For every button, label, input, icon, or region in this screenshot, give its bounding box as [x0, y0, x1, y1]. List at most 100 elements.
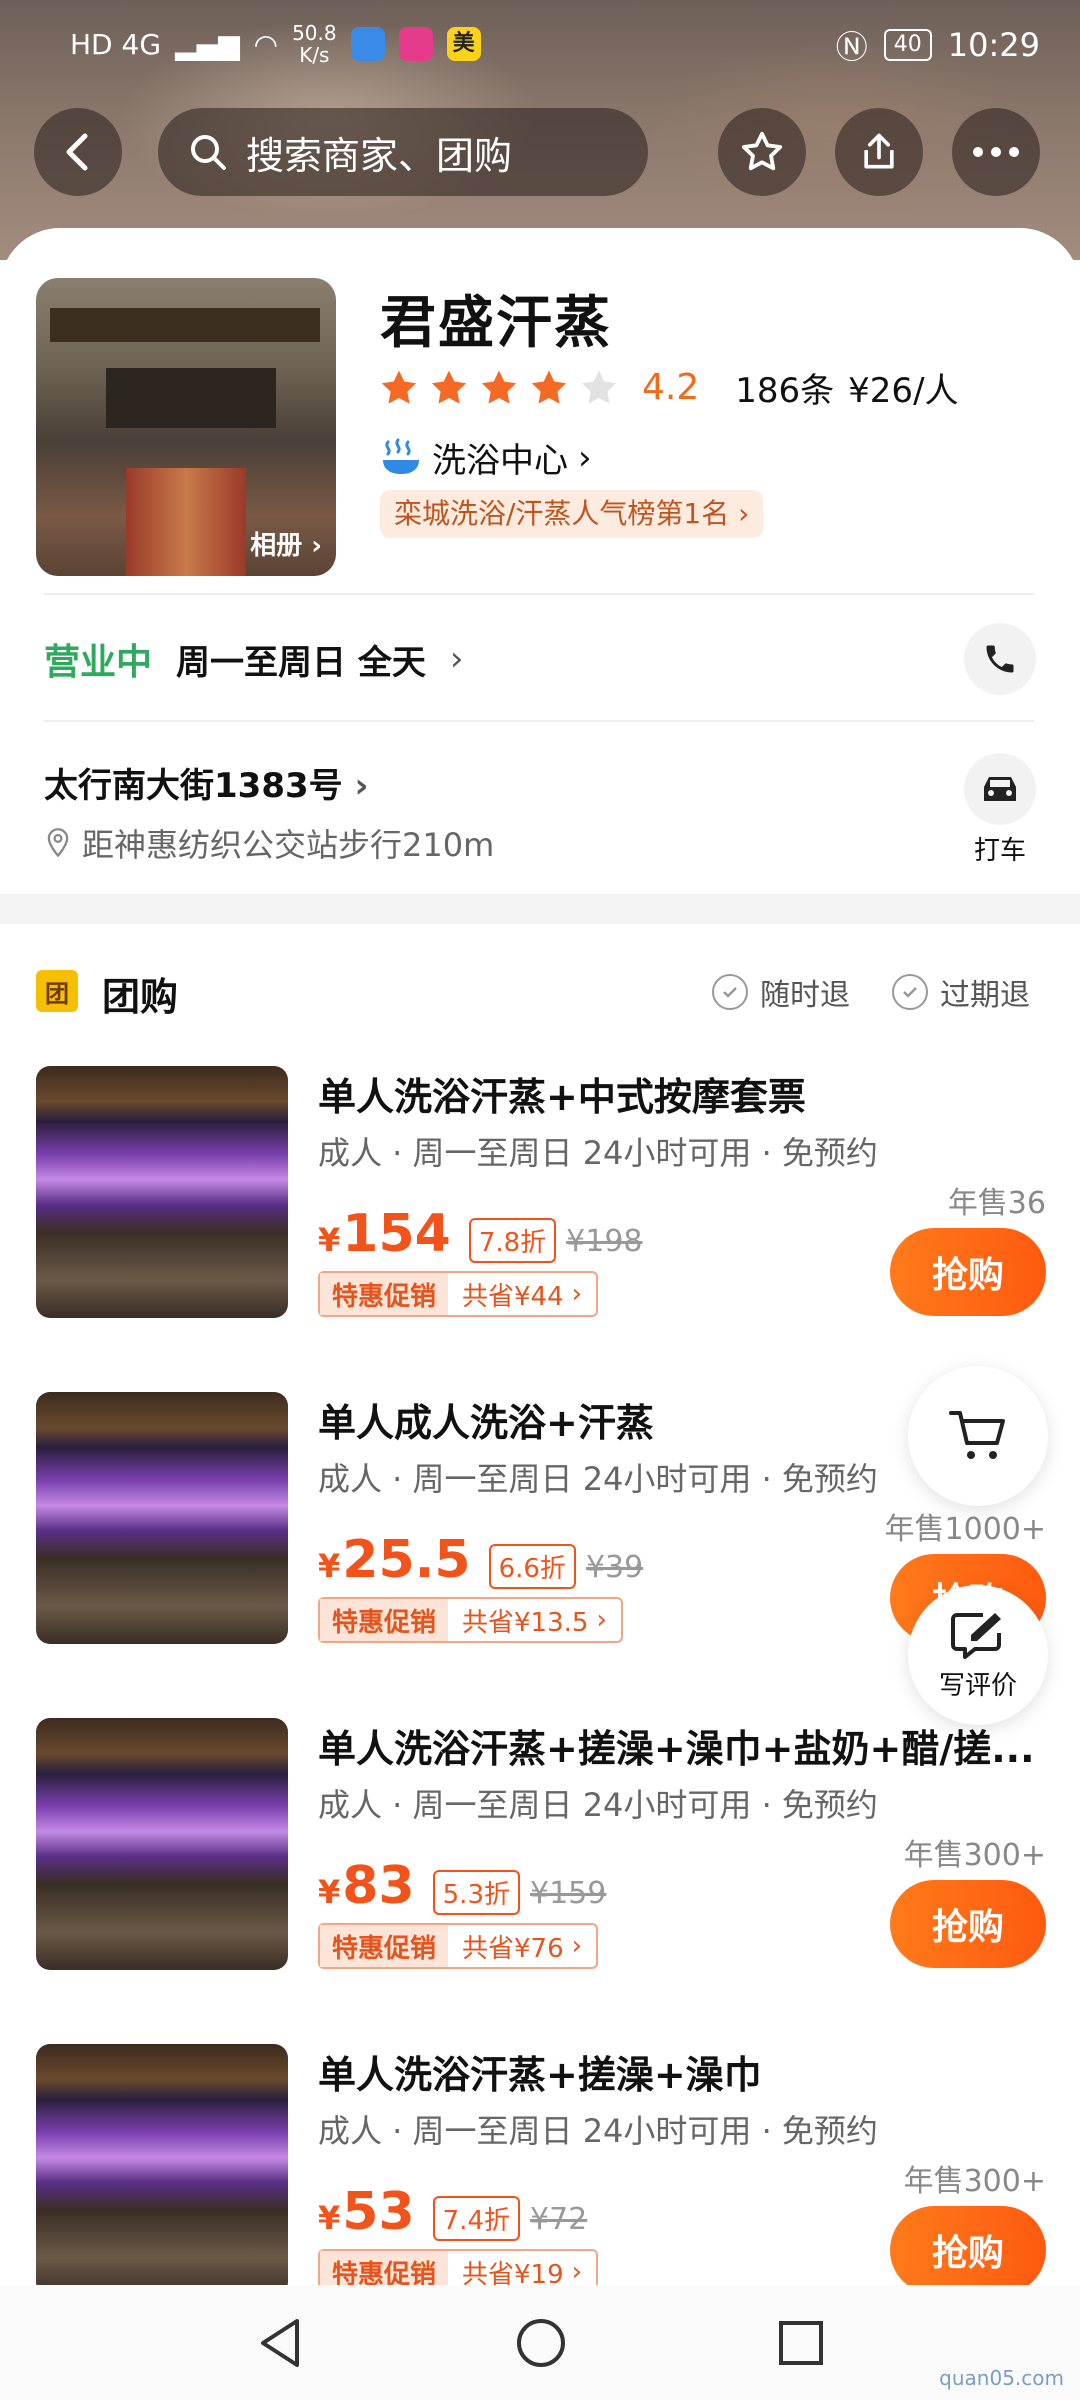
watermark: quan05.com — [939, 2366, 1064, 2390]
address-link[interactable]: 太行南大街1383号 › — [44, 758, 369, 807]
storefront-door-graphic — [126, 468, 246, 576]
call-button[interactable] — [964, 623, 1036, 695]
shop-photo[interactable]: 相册 › — [36, 278, 336, 576]
storefront-sign-graphic — [50, 308, 320, 342]
deal-item[interactable]: 单人洗浴汗蒸+搓澡+澡巾+盐奶+醋/搓... 成人 · 周一至周日 24小时可用… — [36, 1718, 1046, 1978]
nfc-icon: Ⓝ — [835, 28, 868, 66]
storefront-window-graphic — [106, 368, 276, 428]
group-buy-title: 团购 — [102, 975, 179, 1019]
deal-original-price: ¥159 — [530, 1876, 607, 1911]
deal-discount: 5.3折 — [432, 1870, 520, 1915]
speed-unit: K/s — [299, 43, 330, 67]
chevron-right-icon: › — [311, 531, 322, 561]
status-time: 10:29 — [947, 26, 1040, 64]
deal-sold-count: 年售300+ — [903, 1838, 1046, 1873]
chevron-right-icon: › — [571, 2257, 583, 2287]
meituan-app-icon: 美 — [446, 27, 481, 61]
rating-score: 4.2 — [642, 367, 700, 408]
star-outline-icon — [741, 131, 783, 171]
group-buy-logo-icon: 团 — [36, 970, 78, 1012]
currency-symbol: ¥ — [318, 2199, 341, 2237]
star-filled-icon — [431, 370, 467, 404]
chevron-right-icon: › — [449, 639, 464, 679]
deal-image-sign-graphic — [56, 2058, 266, 2090]
deal-image-sign-graphic — [56, 1080, 266, 1112]
back-button[interactable] — [34, 108, 122, 196]
share-button[interactable] — [835, 108, 923, 196]
deal-price: 25.5 — [342, 1530, 471, 1590]
deal-price: 83 — [342, 1856, 415, 1916]
search-icon — [191, 135, 226, 170]
search-placeholder: 搜索商家、团购 — [246, 133, 513, 178]
deal-sold-count: 年售36 — [947, 1186, 1046, 1221]
system-nav-bar — [0, 2285, 1080, 2400]
star-empty-icon — [581, 370, 617, 404]
system-back-icon[interactable] — [255, 2317, 305, 2369]
write-review-button[interactable]: 写评价 — [908, 1585, 1048, 1725]
speed-value: 50.8 — [292, 21, 337, 45]
deal-discount: 6.6折 — [488, 1544, 576, 1589]
group-buy-header: 团 团购 随时退 过期退 — [36, 966, 1046, 1019]
chevron-right-icon: › — [578, 437, 592, 478]
divider — [44, 720, 1034, 722]
deal-price-row: ¥ 53 7.4折 ¥72 — [318, 2182, 587, 2242]
refund-anytime-badge: 随时退 — [712, 970, 850, 1014]
ranking-badge[interactable]: 栾城洗浴/汗蒸人气榜第1名 › — [380, 490, 764, 538]
buy-button[interactable]: 抢购 — [890, 1228, 1046, 1316]
album-label: 相册 — [250, 531, 303, 561]
bath-icon — [383, 438, 419, 474]
chevron-right-icon: › — [571, 1931, 583, 1961]
deal-image-sign-graphic — [56, 1406, 266, 1438]
deal-title: 单人洗浴汗蒸+中式按摩套票 — [318, 1075, 806, 1119]
buy-button[interactable]: 抢购 — [890, 1880, 1046, 1968]
deal-sold-count: 年售300+ — [903, 2164, 1046, 2199]
deal-discount: 7.4折 — [432, 2196, 520, 2241]
currency-symbol: ¥ — [318, 1221, 341, 1259]
address-text: 太行南大街1383号 — [44, 766, 343, 806]
rating-row[interactable]: 4.2 186条 ¥26/人 — [378, 363, 959, 412]
star-filled-icon — [481, 370, 517, 404]
chevron-right-icon: › — [738, 497, 750, 530]
divider — [44, 593, 1034, 595]
buy-button[interactable]: 抢购 — [890, 2206, 1046, 2294]
taxi-button[interactable] — [964, 753, 1036, 825]
system-recents-icon[interactable] — [777, 2319, 825, 2367]
chevron-right-icon: › — [571, 1279, 583, 1309]
category-link[interactable]: 洗浴中心 › — [380, 433, 592, 482]
deal-price-row: ¥ 25.5 6.6折 ¥39 — [318, 1530, 643, 1590]
deal-item[interactable]: 单人洗浴汗蒸+中式按摩套票 成人 · 周一至周日 24小时可用 · 免预约 年售… — [36, 1066, 1046, 1326]
favorite-button[interactable] — [718, 108, 806, 196]
deal-title: 单人洗浴汗蒸+搓澡+澡巾 — [318, 2053, 762, 2097]
deal-image — [36, 1718, 288, 1970]
open-status: 营业中 — [44, 642, 153, 683]
album-link[interactable]: 相册 › — [250, 525, 322, 562]
status-bar: HD 4G ▂▄▆ ◠ 50.8 K/s 美 Ⓝ 40 10:29 — [0, 0, 1080, 92]
deal-promo-tag[interactable]: 特惠促销 共省¥76 › — [318, 1923, 599, 1969]
deal-original-price: ¥198 — [566, 1224, 643, 1259]
deal-discount: 7.8折 — [468, 1218, 557, 1263]
average-price: ¥26/人 — [848, 371, 959, 411]
hero-background: HD 4G ▂▄▆ ◠ 50.8 K/s 美 Ⓝ 40 10:29 搜索商家、团… — [0, 0, 1080, 260]
section-separator — [0, 894, 1080, 924]
deal-original-price: ¥72 — [530, 2202, 588, 2237]
deal-image — [36, 1392, 288, 1644]
star-filled-icon — [531, 370, 567, 404]
more-button[interactable] — [952, 108, 1040, 196]
promo-saving: 共省¥13.5 — [462, 1607, 589, 1638]
app-notification-icon — [350, 27, 385, 61]
cart-button[interactable] — [908, 1366, 1048, 1506]
deal-promo-tag[interactable]: 特惠促销 共省¥44 › — [318, 1271, 599, 1317]
system-home-icon[interactable] — [515, 2317, 567, 2369]
deal-promo-tag[interactable]: 特惠促销 共省¥13.5 › — [318, 1597, 623, 1643]
edit-review-icon — [951, 1612, 1001, 1659]
phone-icon — [986, 645, 1014, 673]
deal-image — [36, 1066, 288, 1318]
currency-symbol: ¥ — [318, 1547, 341, 1585]
deal-item[interactable]: 单人洗浴汗蒸+搓澡+澡巾 成人 · 周一至周日 24小时可用 · 免预约 年售3… — [36, 2044, 1046, 2304]
shop-detail-card: 相册 › 君盛汗蒸 4.2 186条 ¥26/人 洗浴中心 › 栾城洗浴/汗蒸人… — [0, 228, 1080, 2328]
network-indicator: HD 4G — [70, 27, 162, 61]
search-bar[interactable]: 搜索商家、团购 — [158, 108, 648, 196]
refund-expired-badge: 过期退 — [892, 970, 1030, 1014]
deal-item[interactable]: 单人成人洗浴+汗蒸 成人 · 周一至周日 24小时可用 · 免预约 年售1000… — [36, 1392, 1046, 1652]
business-hours-row[interactable]: 营业中 周一至周日 全天 › — [44, 633, 463, 685]
